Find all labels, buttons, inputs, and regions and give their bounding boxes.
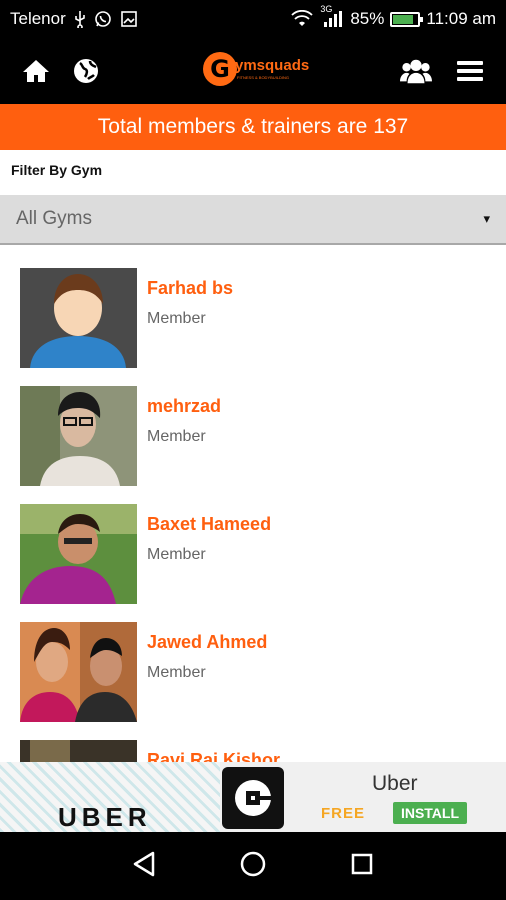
avatar	[20, 740, 137, 762]
uber-logo-icon	[222, 767, 284, 829]
members-count-banner: Total members & trainers are 137	[0, 104, 506, 150]
logo-g: G	[203, 52, 237, 86]
battery-level-fill	[393, 14, 414, 24]
member-name[interactable]: Jawed Ahmed	[147, 632, 267, 653]
member-role: Member	[147, 428, 206, 445]
avatar	[20, 622, 137, 722]
chevron-down-icon: ▾	[483, 211, 490, 226]
carrier-label: Telenor	[10, 9, 66, 28]
members-list[interactable]: Farhad bs Member mehrzad Member Baxet Ha…	[0, 246, 506, 762]
logo-text: ymsquads	[235, 57, 310, 74]
recents-icon[interactable]	[350, 852, 374, 881]
ad-brand-text: UBER	[58, 802, 152, 832]
member-role: Member	[147, 664, 206, 681]
ad-app-title: Uber	[372, 772, 418, 795]
gym-filter-value: All Gyms	[16, 208, 92, 229]
gallery-icon	[120, 10, 138, 28]
member-name[interactable]: Farhad bs	[147, 278, 233, 299]
members-count-text: Total members & trainers are 137	[97, 115, 409, 138]
app-header: G ymsquads FITNESS & BODYBUILDING	[0, 38, 506, 104]
ad-price: FREE	[321, 805, 366, 822]
member-role: Member	[147, 310, 206, 327]
wifi-icon	[290, 10, 314, 28]
list-item[interactable]: Ravi Raj Kishor	[20, 740, 490, 762]
clock: 11:09 am	[426, 9, 496, 28]
battery-icon	[390, 11, 424, 27]
gym-filter-select[interactable]: All Gyms ▾	[0, 195, 506, 245]
list-item[interactable]: Farhad bs Member	[20, 268, 490, 368]
member-name[interactable]: Baxet Hameed	[147, 514, 271, 535]
logo-tagline: FITNESS & BODYBUILDING	[237, 75, 290, 80]
member-role: Member	[147, 546, 206, 563]
filter-label: Filter By Gym	[11, 162, 103, 178]
group-icon[interactable]	[400, 55, 432, 87]
list-item[interactable]: Jawed Ahmed Member	[20, 622, 490, 722]
usb-icon	[74, 10, 86, 28]
home-icon[interactable]	[20, 55, 52, 87]
install-button[interactable]: INSTALL	[393, 802, 467, 824]
list-item[interactable]: mehrzad Member	[20, 386, 490, 486]
whatsapp-icon	[94, 10, 112, 28]
status-bar: Telenor 3G 85% 11:09 am	[0, 0, 506, 38]
system-nav-bar	[0, 832, 506, 900]
member-name[interactable]: mehrzad	[147, 396, 221, 417]
list-item[interactable]: Baxet Hameed Member	[20, 504, 490, 604]
menu-icon[interactable]	[454, 55, 486, 87]
gymsquads-logo[interactable]: G ymsquads FITNESS & BODYBUILDING	[203, 52, 309, 86]
home-circle-icon[interactable]	[239, 850, 267, 883]
member-name[interactable]: Ravi Raj Kishor	[147, 750, 280, 762]
ad-banner[interactable]: UBER Uber FREE INSTALL	[0, 762, 506, 832]
avatar	[20, 504, 137, 604]
battery-percent: 85%	[350, 9, 385, 28]
network-type-label: 3G	[320, 4, 333, 14]
globe-icon[interactable]	[70, 55, 102, 87]
signal-icon: 3G	[320, 4, 344, 28]
avatar	[20, 386, 137, 486]
avatar	[20, 268, 137, 368]
back-icon[interactable]	[132, 851, 156, 882]
